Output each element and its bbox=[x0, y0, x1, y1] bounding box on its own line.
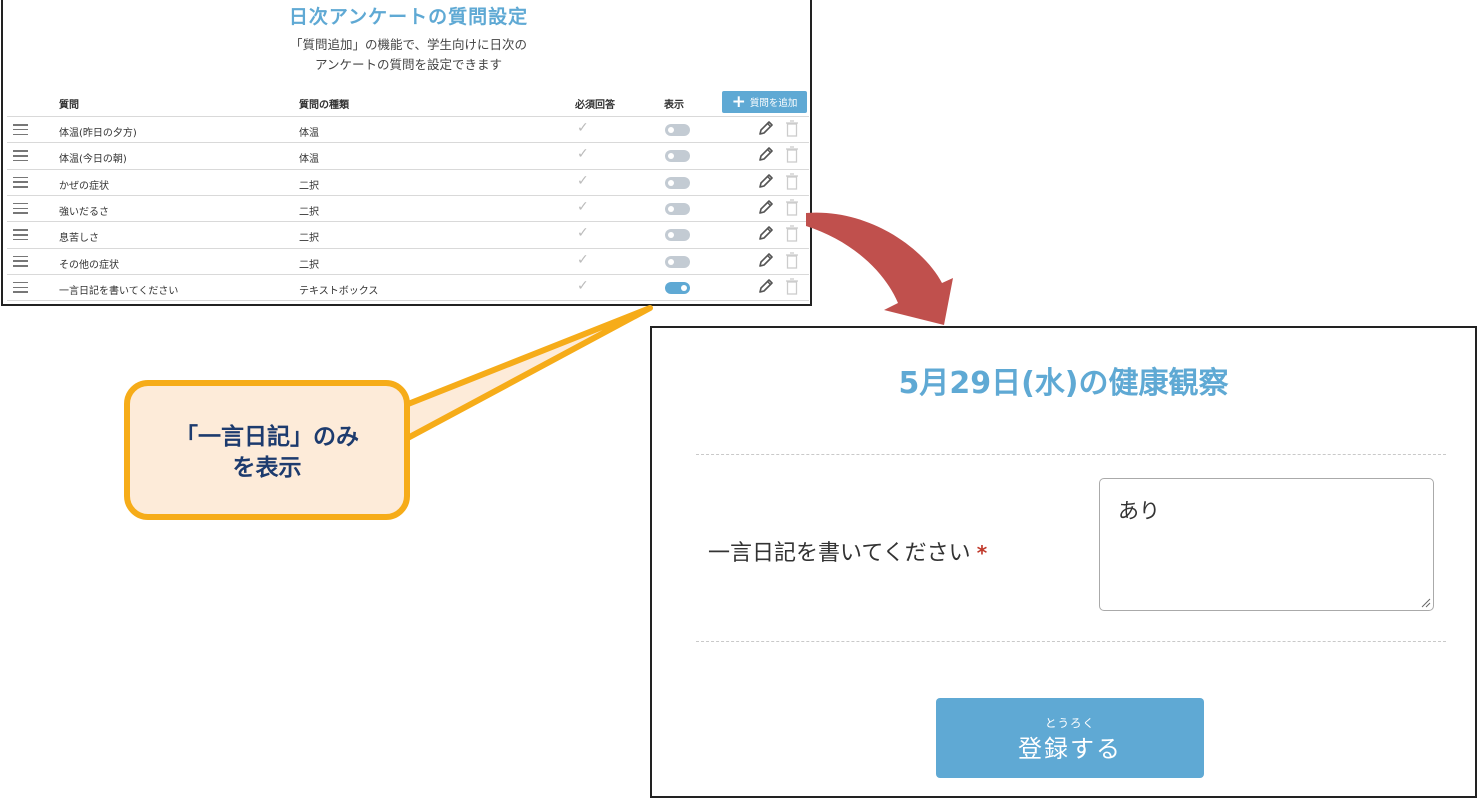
callout-pointer bbox=[395, 305, 653, 443]
question-label-text: 一言日記を書いてください bbox=[708, 541, 971, 566]
question-label: 一言日記を書いてください * bbox=[708, 535, 987, 567]
diary-answer-textarea[interactable]: あり bbox=[1099, 478, 1434, 611]
callout-line2: を表示 bbox=[232, 455, 302, 481]
form-title: 5月29日(水)の健康観察 bbox=[898, 366, 1229, 401]
divider-bottom bbox=[696, 641, 1446, 642]
resize-grip-icon[interactable] bbox=[1421, 598, 1431, 608]
submit-button[interactable]: とうろく 登録する bbox=[936, 698, 1204, 778]
callout-box: 「一言日記」のみ を表示 bbox=[124, 380, 410, 520]
health-check-form: 5月29日(水)の健康観察 一言日記を書いてください * あり とうろく 登録する bbox=[650, 326, 1477, 798]
flow-arrow bbox=[806, 212, 953, 325]
required-mark: * bbox=[976, 541, 988, 565]
callout-line1: 「一言日記」のみ bbox=[175, 424, 359, 450]
callout-text: 「一言日記」のみ を表示 bbox=[130, 422, 404, 484]
submit-label: 登録する bbox=[1018, 735, 1122, 763]
divider-top bbox=[696, 454, 1446, 455]
answer-value: あり bbox=[1118, 499, 1160, 523]
